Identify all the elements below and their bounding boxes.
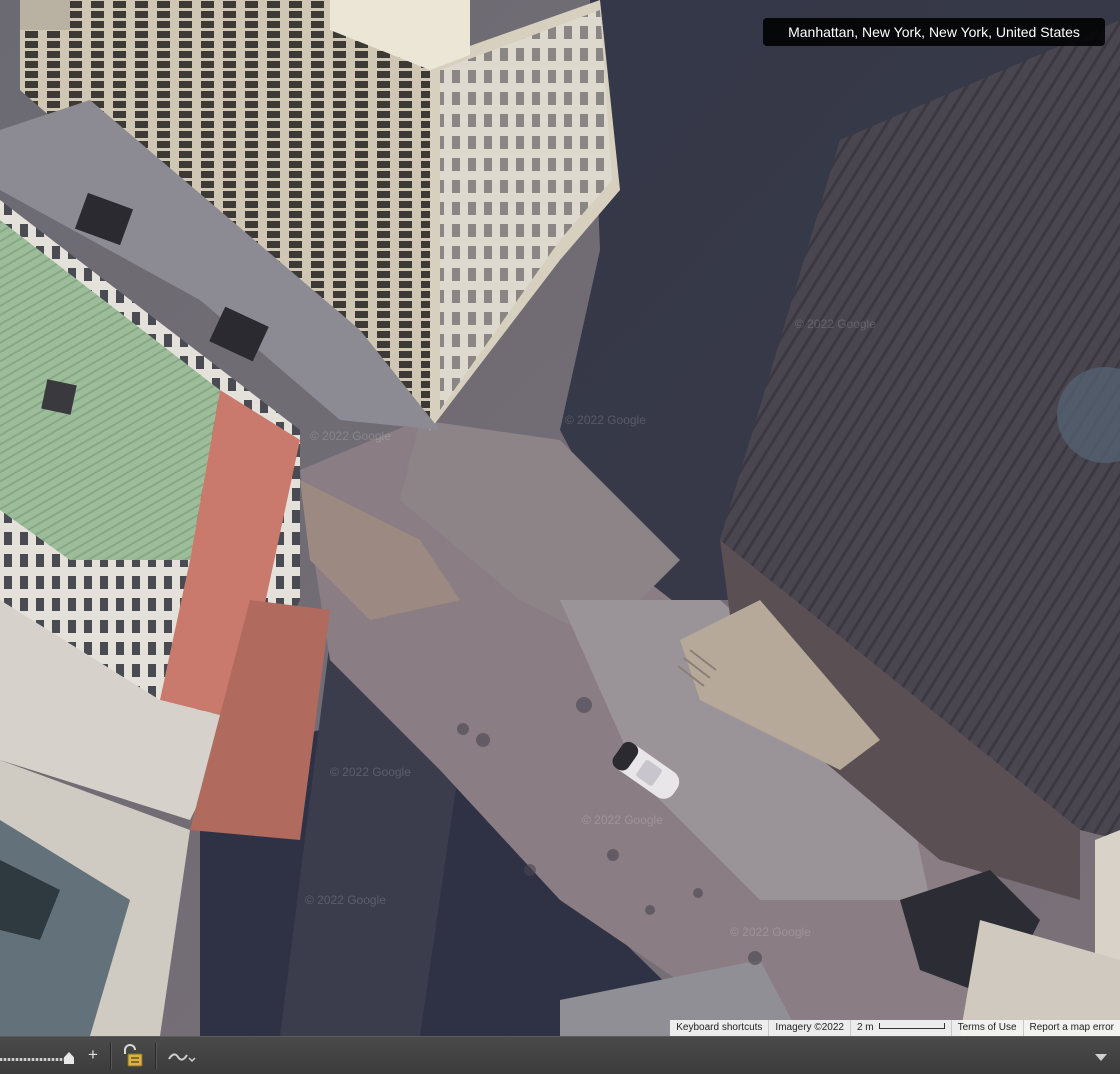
- watermark-text: © 2022 Google: [582, 813, 663, 827]
- aerial-imagery-map[interactable]: © 2022 Google © 2022 Google © 2022 Googl…: [0, 0, 1120, 1036]
- chevron-down-icon[interactable]: [1094, 1052, 1108, 1062]
- satellite-image: © 2022 Google © 2022 Google © 2022 Googl…: [0, 0, 1120, 1036]
- toolbar-separator: [110, 1043, 112, 1069]
- zoom-slider[interactable]: [0, 1058, 72, 1061]
- report-map-error-link[interactable]: Report a map error: [1024, 1020, 1120, 1036]
- watermark-text: © 2022 Google: [730, 925, 811, 939]
- watermark-text: © 2022 Google: [305, 893, 386, 907]
- watermark-text: © 2022 Google: [795, 317, 876, 331]
- toolbar-separator: [155, 1043, 157, 1069]
- bottom-toolbar: +: [0, 1036, 1120, 1074]
- map-attribution-bar: Keyboard shortcuts Imagery ©2022 2 m Ter…: [670, 1020, 1120, 1036]
- zoom-slider-thumb[interactable]: [64, 1052, 74, 1064]
- watermark-text: © 2022 Google: [330, 765, 411, 779]
- watermark-text: © 2022 Google: [565, 413, 646, 427]
- path-icon[interactable]: [167, 1047, 197, 1065]
- scale-bar: [878, 1023, 945, 1029]
- keyboard-shortcuts-link[interactable]: Keyboard shortcuts: [670, 1020, 770, 1036]
- location-label: Manhattan, New York, New York, United St…: [763, 18, 1105, 46]
- lock-icon[interactable]: [120, 1043, 146, 1069]
- scale-indicator[interactable]: 2 m: [851, 1020, 952, 1036]
- zoom-in-button[interactable]: +: [85, 1046, 101, 1064]
- terms-of-use-link[interactable]: Terms of Use: [952, 1020, 1024, 1036]
- watermark-text: © 2022 Google: [310, 429, 391, 443]
- imagery-credit: Imagery ©2022: [769, 1020, 851, 1036]
- scale-label: 2 m: [856, 1022, 874, 1033]
